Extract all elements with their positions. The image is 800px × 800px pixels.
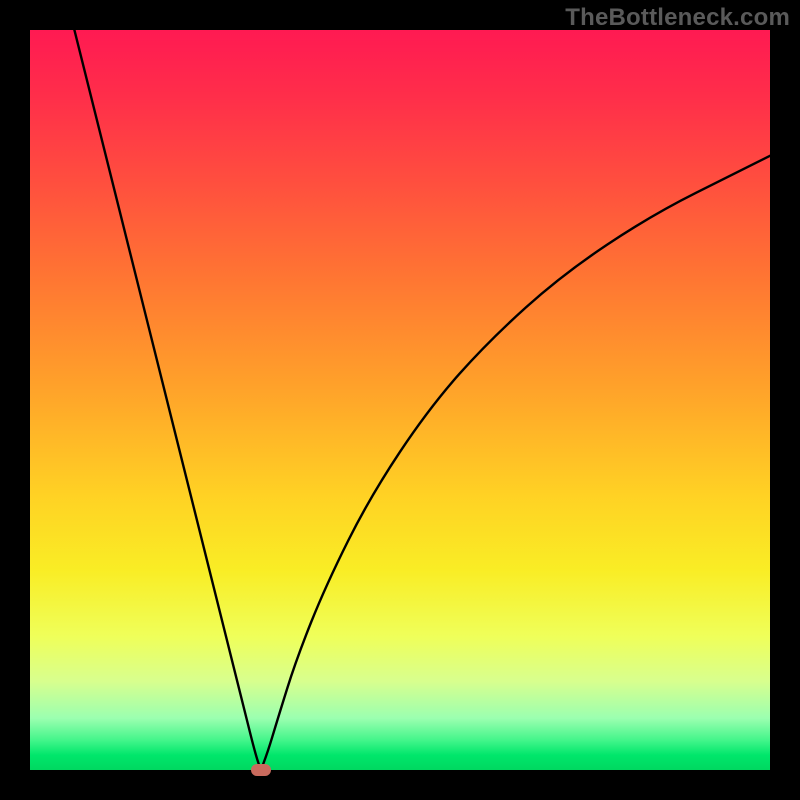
curve-right <box>261 156 770 770</box>
plot-area <box>30 30 770 770</box>
minimum-marker <box>251 764 271 776</box>
curve-left <box>74 30 260 770</box>
chart-frame: TheBottleneck.com <box>0 0 800 800</box>
watermark-text: TheBottleneck.com <box>565 4 790 32</box>
curve-layer <box>30 30 770 770</box>
